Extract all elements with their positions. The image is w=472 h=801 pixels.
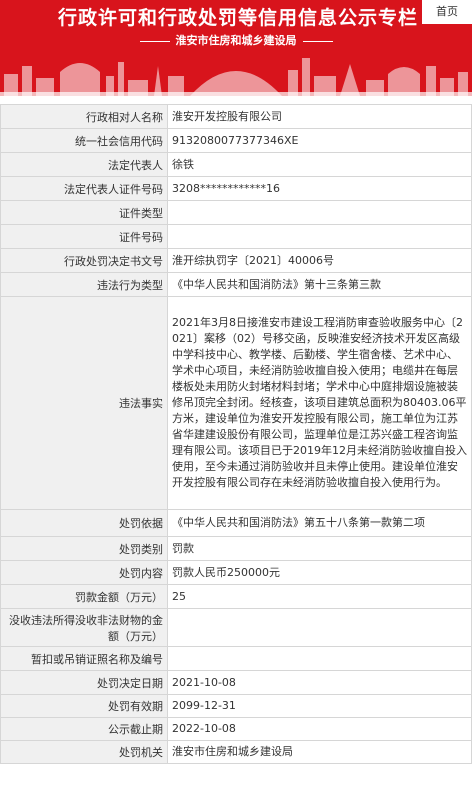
field-label: 行政处罚决定书文号 [0,248,168,273]
field-value: 2021-10-08 [167,670,472,695]
field-label: 处罚有效期 [0,694,168,718]
field-value: 徐铁 [167,152,472,177]
table-row: 处罚机关 淮安市住房和城乡建设局 [0,740,472,764]
table-row: 处罚决定日期 2021-10-08 [0,670,472,695]
field-label: 违法行为类型 [0,272,168,297]
table-row: 行政处罚决定书文号 淮开综执罚字〔2021〕40006号 [0,248,472,273]
table-row: 处罚有效期 2099-12-31 [0,694,472,718]
field-value [167,200,472,225]
table-row: 公示截止期 2022-10-08 [0,717,472,741]
page-title: 行政许可和行政处罚等信用信息公示专栏 [58,7,419,29]
field-value: 25 [167,584,472,609]
field-value: 2099-12-31 [167,694,472,718]
field-value: 淮开综执罚字〔2021〕40006号 [167,248,472,273]
field-label: 证件号码 [0,224,168,249]
field-label: 没收违法所得没收非法财物的金额（万元） [0,608,168,647]
field-value: 淮安开发控股有限公司 [167,104,472,129]
table-row: 行政相对人名称 淮安开发控股有限公司 [0,104,472,129]
field-value: 《中华人民共和国消防法》第十三条第三款 [167,272,472,297]
skyline-illustration [0,58,472,96]
field-label: 法定代表人 [0,152,168,177]
field-value [167,608,472,647]
field-label: 处罚内容 [0,560,168,585]
field-label: 处罚类别 [0,536,168,561]
field-label: 处罚决定日期 [0,670,168,695]
field-value: 2022-10-08 [167,717,472,741]
field-value [167,646,472,671]
table-row: 法定代表人 徐铁 [0,152,472,177]
field-value [167,224,472,249]
table-row: 证件类型 [0,200,472,225]
field-label: 违法事实 [0,296,168,510]
table-row: 法定代表人证件号码 3208************16 [0,176,472,201]
table-row: 罚款金额（万元） 25 [0,584,472,609]
field-value: 3208************16 [167,176,472,201]
field-value: 罚款 [167,536,472,561]
field-label: 证件类型 [0,200,168,225]
field-value: 淮安市住房和城乡建设局 [167,740,472,764]
table-row: 处罚依据 《中华人民共和国消防法》第五十八条第一款第二项 [0,509,472,537]
table-row: 处罚内容 罚款人民币250000元 [0,560,472,585]
field-label: 处罚依据 [0,509,168,537]
table-row: 违法事实 2021年3月8日接淮安市建设工程消防审查验收服务中心〔2021〕案移… [0,296,472,510]
field-value: 2021年3月8日接淮安市建设工程消防审查验收服务中心〔2021〕案移（02）号… [167,296,472,510]
field-label: 统一社会信用代码 [0,128,168,153]
field-label: 公示截止期 [0,717,168,741]
table-row: 证件号码 [0,224,472,249]
table-row: 统一社会信用代码 9132080077377346XE [0,128,472,153]
header-banner: 行政许可和行政处罚等信用信息公示专栏 淮安市住房和城乡建设局 首页 [0,0,472,96]
home-link[interactable]: 首页 [422,0,472,24]
field-value: 罚款人民币250000元 [167,560,472,585]
field-label: 法定代表人证件号码 [0,176,168,201]
field-label: 罚款金额（万元） [0,584,168,609]
field-label: 暂扣或吊销证照名称及编号 [0,646,168,671]
table-row: 没收违法所得没收非法财物的金额（万元） [0,608,472,647]
field-value: 9132080077377346XE [167,128,472,153]
table-row: 违法行为类型 《中华人民共和国消防法》第十三条第三款 [0,272,472,297]
field-label: 行政相对人名称 [0,104,168,129]
table-row: 暂扣或吊销证照名称及编号 [0,646,472,671]
table-row: 处罚类别 罚款 [0,536,472,561]
field-label: 处罚机关 [0,740,168,764]
field-value: 《中华人民共和国消防法》第五十八条第一款第二项 [167,509,472,537]
info-table: 行政相对人名称 淮安开发控股有限公司 统一社会信用代码 913208007737… [0,104,472,764]
